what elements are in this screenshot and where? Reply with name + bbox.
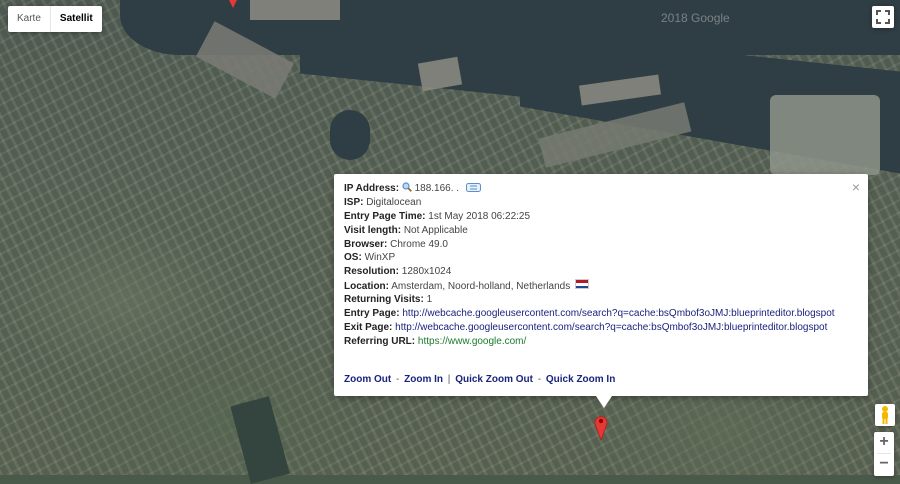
row-label: Location: — [344, 281, 389, 293]
referring-url-row: Referring URL: https://www.google.com/ — [344, 335, 844, 349]
zoom-out-link[interactable]: Zoom Out — [344, 374, 391, 385]
row-label: Entry Page: — [344, 308, 400, 320]
map-watermark: 2018 Google — [661, 11, 730, 25]
entry-page-time-row: Entry Page Time: 1st May 2018 06:22:25 — [344, 210, 844, 224]
visit-length-value: Not Applicable — [403, 224, 468, 236]
location-row: Location: Amsterdam, Noord-holland, Neth… — [344, 279, 844, 293]
exit-page-link[interactable]: http://webcache.googleusercontent.com/se… — [395, 322, 827, 333]
row-label: Visit length: — [344, 224, 402, 236]
row-label: Returning Visits: — [344, 294, 424, 306]
map-building-block — [770, 95, 880, 175]
entry-page-row: Entry Page: http://webcache.googleuserco… — [344, 307, 844, 321]
row-label: Referring URL: — [344, 335, 416, 347]
zoom-actions: Zoom Out - Zoom In | Quick Zoom Out - Qu… — [344, 374, 615, 385]
map-type-control: Karte Satellit — [8, 6, 102, 32]
browser-row: Browser: Chrome 49.0 — [344, 238, 844, 252]
fullscreen-button[interactable] — [872, 6, 894, 28]
fullscreen-icon — [876, 10, 890, 24]
browser-value: Chrome 49.0 — [390, 238, 448, 250]
returning-visits-value: 1 — [426, 294, 433, 306]
visitor-details: IP Address: 188.166. . ISP: Digitalocean… — [344, 182, 844, 349]
netherlands-flag-icon — [575, 279, 589, 290]
ip-tag-icon[interactable] — [465, 183, 481, 192]
os-row: OS: WinXP — [344, 251, 844, 265]
os-value: WinXP — [364, 252, 396, 264]
info-window-pointer — [596, 396, 612, 408]
resolution-row: Resolution: 1280x1024 — [344, 265, 844, 279]
entry-page-time-value: 1st May 2018 06:22:25 — [428, 210, 531, 222]
amstel-river-water — [230, 396, 290, 484]
isp-row: ISP: Digitalocean — [344, 196, 844, 210]
row-label: Resolution: — [344, 266, 399, 278]
separator: - — [396, 374, 400, 385]
visitor-info-window: × IP Address: 188.166. . ISP: Digitaloce… — [334, 174, 868, 408]
resolution-value: 1280x1024 — [401, 266, 452, 278]
row-label: Exit Page: — [344, 321, 393, 333]
visit-length-row: Visit length: Not Applicable — [344, 224, 844, 238]
separator: | — [447, 374, 451, 385]
row-label: OS: — [344, 252, 362, 264]
zoom-in-button[interactable]: + — [874, 432, 894, 453]
exit-page-row: Exit Page: http://webcache.googleusercon… — [344, 321, 844, 335]
row-label: Entry Page Time: — [344, 210, 426, 222]
quick-zoom-out-link[interactable]: Quick Zoom Out — [455, 374, 533, 385]
street-view-pegman-button[interactable] — [875, 404, 895, 426]
referring-url-link[interactable]: https://www.google.com/ — [418, 336, 526, 347]
separator: - — [537, 374, 542, 385]
pegman-icon — [882, 406, 888, 424]
zoom-out-button[interactable]: − — [874, 454, 894, 475]
map-marker-icon[interactable] — [228, 0, 238, 8]
canal-water — [330, 110, 370, 160]
isp-value: Digitalocean — [366, 196, 422, 208]
returning-visits-row: Returning Visits: 1 — [344, 293, 844, 307]
ip-address-row: IP Address: 188.166. . — [344, 182, 844, 196]
magnifier-icon[interactable] — [402, 182, 412, 192]
map-marker-icon[interactable] — [594, 414, 608, 440]
map-type-map-button[interactable]: Karte — [8, 6, 50, 32]
row-label: ISP: — [344, 196, 364, 208]
entry-page-link[interactable]: http://webcache.googleusercontent.com/se… — [402, 308, 834, 319]
zoom-in-link[interactable]: Zoom In — [404, 374, 443, 385]
map-building-block — [250, 0, 340, 20]
zoom-control: + − — [874, 432, 894, 476]
row-label: IP Address: — [344, 183, 400, 194]
ip-address-value: 188.166. . — [414, 183, 462, 194]
close-icon[interactable]: × — [852, 180, 860, 194]
row-label: Browser: — [344, 238, 388, 250]
location-value: Amsterdam, Noord-holland, Netherlands — [391, 281, 571, 293]
map-type-satellite-button[interactable]: Satellit — [49, 6, 102, 32]
quick-zoom-in-link[interactable]: Quick Zoom In — [546, 374, 615, 385]
